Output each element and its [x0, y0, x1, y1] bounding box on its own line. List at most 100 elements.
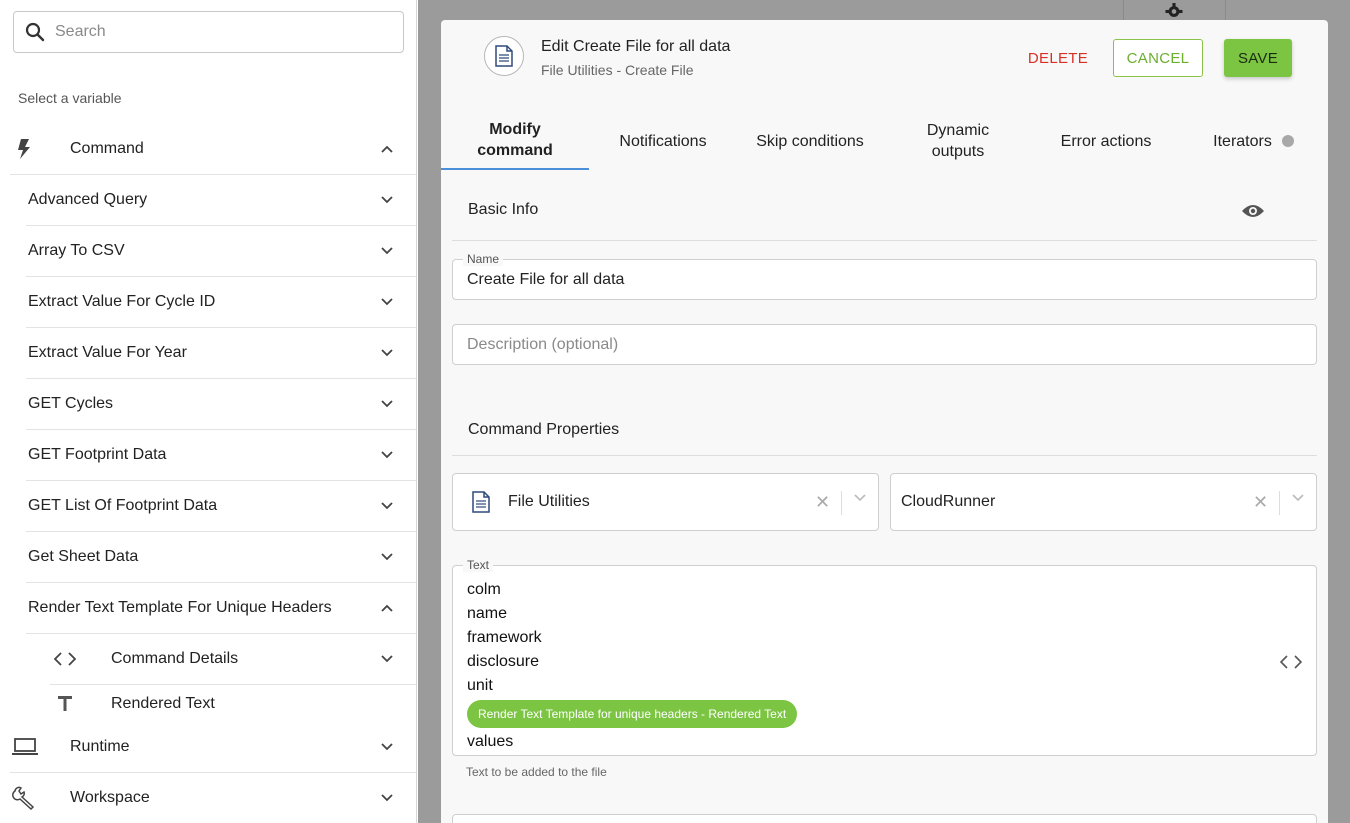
next-field[interactable]	[452, 814, 1317, 823]
tab-skip-conditions[interactable]: Skip conditions	[737, 112, 883, 170]
clear-icon[interactable]: ✕	[1253, 492, 1268, 513]
list-item[interactable]: Advanced Query	[28, 179, 416, 221]
lightning-icon	[18, 139, 30, 159]
section-workspace-label: Workspace	[70, 789, 150, 806]
tab-iterators[interactable]: Iterators	[1179, 112, 1328, 170]
text-line: values	[467, 733, 514, 750]
list-item[interactable]: Array To CSV	[28, 230, 416, 272]
name-field[interactable]: Name Create File for all data	[452, 252, 1317, 300]
modal-title: Edit Create File for all data	[541, 38, 731, 55]
description-placeholder: Description (optional)	[467, 336, 619, 353]
variable-chip[interactable]: Render Text Template for unique headers …	[467, 700, 798, 728]
chevron-down-icon	[381, 400, 393, 408]
list-item-label: Array To CSV	[28, 242, 125, 259]
list-item-label: Extract Value For Year	[28, 344, 187, 361]
list-item[interactable]: GET Cycles	[28, 383, 416, 425]
tab-label-line: Dynamic	[926, 122, 990, 139]
tab-label-line: command	[477, 142, 553, 159]
divider	[452, 455, 1317, 456]
text-line: unit	[467, 677, 493, 694]
section-command-label: Command	[70, 140, 144, 157]
delete-button[interactable]: DELETE	[1015, 39, 1101, 77]
text-content: colm name framework disclosure unit Rend…	[467, 578, 798, 754]
chevron-down-icon	[381, 247, 393, 255]
clear-icon[interactable]: ✕	[815, 492, 830, 513]
list-item-label: GET Footprint Data	[28, 446, 167, 463]
code-icon	[54, 652, 76, 666]
basic-info-heading: Basic Info	[468, 201, 539, 218]
subitem-command-details[interactable]: Command Details	[52, 638, 416, 680]
text-line: colm	[467, 581, 501, 598]
subitem-label: Command Details	[111, 650, 239, 667]
description-field[interactable]: Description (optional)	[452, 324, 1317, 365]
chevron-down-icon	[381, 794, 393, 802]
tab-label: Notifications	[619, 132, 707, 150]
section-workspace[interactable]: Workspace	[0, 777, 416, 819]
tab-label: Error actions	[1060, 132, 1152, 150]
list-item[interactable]: GET Footprint Data	[28, 434, 416, 476]
divider	[452, 240, 1317, 241]
chevron-down-icon	[381, 553, 393, 561]
command-select-value: File Utilities	[508, 493, 590, 510]
tab-modify-command[interactable]: Modify command	[441, 112, 589, 170]
eye-icon[interactable]	[1241, 203, 1265, 219]
name-field-label: Name	[463, 252, 504, 266]
text-field[interactable]: Text colm name framework disclosure unit…	[452, 558, 1317, 756]
tab-notifications[interactable]: Notifications	[589, 112, 737, 170]
chevron-down-icon[interactable]	[854, 494, 866, 502]
text-line: name	[467, 605, 508, 622]
divider	[26, 378, 416, 379]
chevron-down-icon	[381, 298, 393, 306]
cancel-button[interactable]: CANCEL	[1113, 39, 1203, 77]
save-button[interactable]: SAVE	[1224, 39, 1292, 77]
chevron-down-icon	[381, 743, 393, 751]
divider	[841, 491, 842, 515]
tab-label: Iterators	[1213, 132, 1272, 150]
list-item-label: Advanced Query	[28, 191, 148, 208]
search-input[interactable]	[55, 23, 375, 41]
divider	[10, 174, 416, 175]
list-item-label: GET List Of Footprint Data	[28, 497, 218, 514]
list-item-label: Extract Value For Cycle ID	[28, 293, 216, 310]
search-icon	[25, 22, 45, 42]
command-select[interactable]: File Utilities ✕	[452, 473, 879, 531]
chevron-down-icon	[381, 451, 393, 459]
divider	[26, 276, 416, 277]
chevron-down-icon	[381, 349, 393, 357]
divider	[26, 429, 416, 430]
document-icon	[495, 45, 513, 67]
subitem-rendered-text[interactable]: Rendered Text	[52, 683, 416, 725]
search-box[interactable]	[13, 11, 404, 53]
text-line: disclosure	[467, 653, 540, 670]
chevron-down-icon	[381, 655, 393, 663]
chevron-down-icon[interactable]	[1292, 494, 1304, 502]
runner-select[interactable]: CloudRunner ✕	[890, 473, 1317, 531]
tab-dynamic-outputs[interactable]: Dynamic outputs	[883, 112, 1033, 170]
gear-icon	[1165, 3, 1183, 17]
edit-command-modal: Edit Create File for all data File Utili…	[441, 20, 1328, 823]
runner-select-value: CloudRunner	[901, 493, 996, 510]
text-line: framework	[467, 629, 542, 646]
modal-subtitle: File Utilities - Create File	[541, 62, 694, 78]
command-properties-heading: Command Properties	[468, 421, 620, 438]
list-item-label: GET Cycles	[28, 395, 114, 412]
section-command[interactable]: Command	[0, 128, 416, 170]
list-item-expanded[interactable]: Render Text Template For Unique Headers	[28, 587, 416, 629]
tab-label-line: outputs	[931, 143, 985, 160]
chevron-up-icon	[381, 604, 393, 612]
chevron-down-icon	[381, 502, 393, 510]
list-item[interactable]: Extract Value For Cycle ID	[28, 281, 416, 323]
divider	[26, 582, 416, 583]
tab-label-line: Modify	[489, 121, 541, 138]
code-icon[interactable]	[1280, 655, 1302, 669]
divider	[26, 480, 416, 481]
laptop-icon	[12, 738, 38, 755]
list-item[interactable]: Extract Value For Year	[28, 332, 416, 374]
tab-error-actions[interactable]: Error actions	[1033, 112, 1179, 170]
section-runtime[interactable]: Runtime	[0, 726, 416, 768]
list-item[interactable]: Get Sheet Data	[28, 536, 416, 578]
list-item-label: Render Text Template For Unique Headers	[28, 599, 332, 616]
text-helper: Text to be added to the file	[466, 765, 607, 779]
list-item[interactable]: GET List Of Footprint Data	[28, 485, 416, 527]
variable-panel: Select a variable Command Advanced Query…	[0, 0, 417, 823]
